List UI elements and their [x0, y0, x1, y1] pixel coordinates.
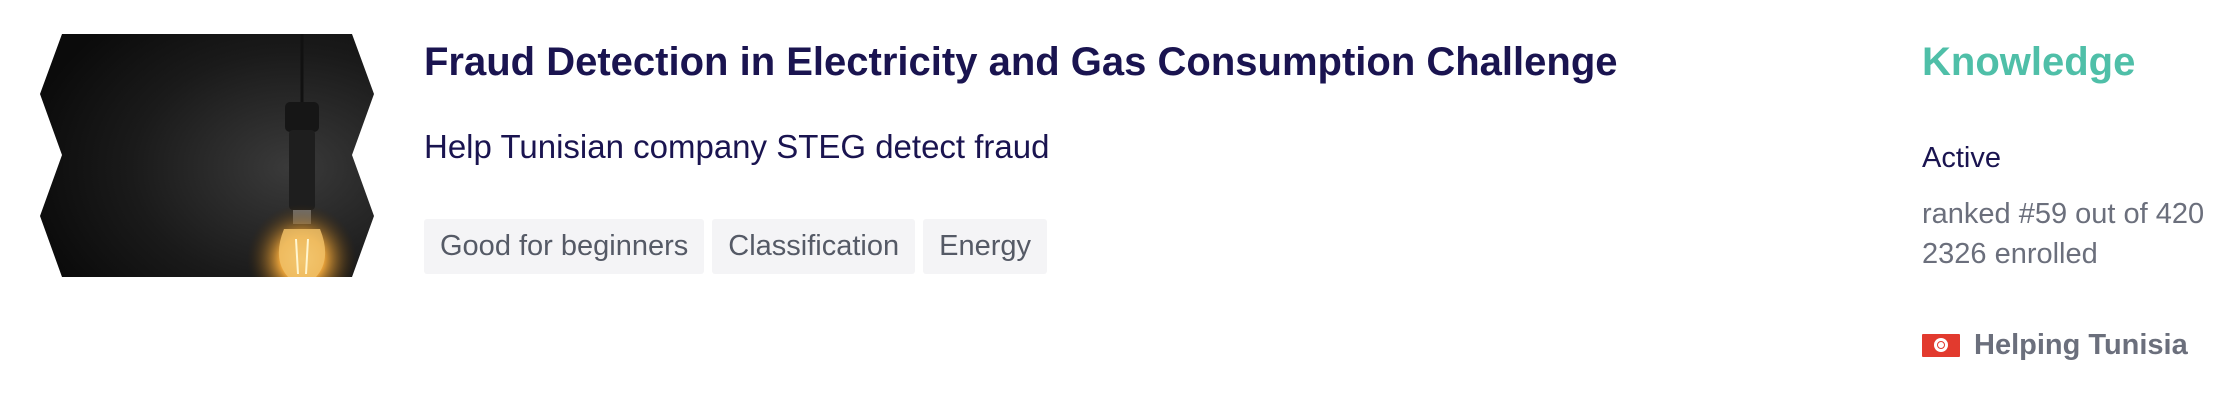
tag-list: Good for beginners Classification Energy [424, 219, 1048, 274]
competition-status: Active [1922, 142, 2001, 174]
tunisia-flag-icon [1922, 334, 1960, 357]
competition-subtitle: Help Tunisian company STEG detect fraud [424, 128, 1050, 165]
helping-label: Helping Tunisia [1974, 329, 2188, 361]
tag-classification[interactable]: Classification [712, 219, 916, 274]
competition-thumbnail[interactable] [40, 34, 374, 277]
helping-country: Helping Tunisia [1922, 329, 2188, 362]
enrolled-count: 2326 enrolled [1922, 238, 2098, 270]
tag-energy[interactable]: Energy [923, 219, 1048, 274]
light-bulb-image [40, 34, 374, 277]
competition-category: Knowledge [1922, 40, 2136, 84]
tag-good-for-beginners[interactable]: Good for beginners [424, 219, 705, 274]
rank-text: ranked #59 out of 420 [1922, 198, 2205, 230]
competition-title[interactable]: Fraud Detection in Electricity and Gas C… [424, 40, 1618, 85]
